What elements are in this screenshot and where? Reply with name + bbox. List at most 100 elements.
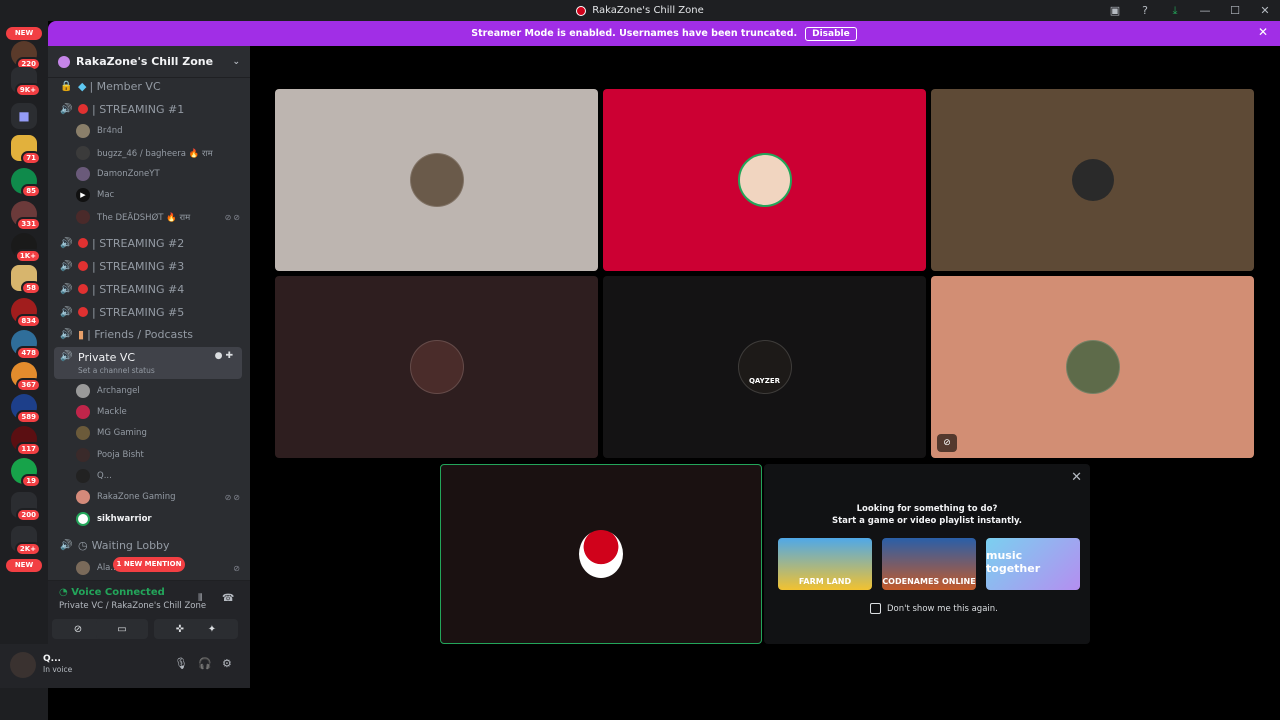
avatar: [76, 405, 90, 419]
voice-member[interactable]: Q...: [76, 467, 242, 485]
channel-private-vc[interactable]: 🔊 Private VC ●✚ Set a channel status: [54, 347, 242, 379]
live-dot-icon: [78, 238, 88, 248]
server-icon-9[interactable]: 367: [11, 362, 41, 392]
server-icon-6[interactable]: 58: [11, 265, 41, 295]
screen-share-button[interactable]: ▭: [96, 619, 148, 639]
server-icon-10[interactable]: 589: [11, 394, 41, 424]
avatar: [76, 146, 90, 160]
camera-off-icon: ⊘: [73, 623, 83, 635]
chat-and-invite-icons[interactable]: ●✚: [215, 351, 236, 361]
voice-member[interactable]: The DEĀDSHØT 🔥 राम ⊘⊘: [76, 208, 242, 226]
server-icon-3[interactable]: 85: [11, 168, 41, 198]
activity-farm-land[interactable]: FARM LAND: [778, 538, 872, 590]
server-list: NEW 220 9K+ ■ 71 85 331 1K+ 58 834 478 3…: [0, 21, 48, 720]
new-mention-pill[interactable]: 1 NEW MENTION: [113, 557, 185, 572]
user-status: In voice: [43, 665, 73, 674]
avatar: [1071, 159, 1114, 201]
voice-member[interactable]: RakaZone Gaming ⊘⊘: [76, 488, 242, 506]
server-icon-1[interactable]: 220: [11, 41, 41, 71]
server-folder-2[interactable]: 200: [11, 492, 41, 522]
noise-suppression-icon[interactable]: ⦀: [198, 593, 202, 604]
channel-member-vc[interactable]: 🔒 ◆ | Member VC: [54, 76, 242, 96]
live-dot-icon: [78, 307, 88, 317]
activity-heading: Looking for something to do?: [856, 504, 998, 514]
speaker-icon: 🔊: [60, 283, 73, 295]
close-window-icon[interactable]: ✕: [1250, 0, 1280, 21]
channel-friends-podcasts[interactable]: 🔊 ▮ | Friends / Podcasts: [54, 324, 242, 344]
participant-tile[interactable]: [275, 276, 598, 458]
voice-member[interactable]: bugzz_46 / bagheera 🔥 राम: [76, 144, 242, 162]
soundboard-icon: ✦: [207, 623, 217, 635]
server-icon-4[interactable]: 331: [11, 201, 41, 231]
speaker-icon: 🔊: [60, 260, 73, 272]
activity-music-together[interactable]: music together: [986, 538, 1080, 590]
muted-icon: ⊘: [233, 563, 242, 573]
voice-stage: QAYZER ⊘ ✕ Looking for something to do? …: [250, 46, 1280, 720]
server-folder[interactable]: 9K+: [11, 67, 41, 97]
guild-header[interactable]: RakaZone's Chill Zone ⌄: [48, 46, 250, 78]
new-pill-bottom[interactable]: NEW: [6, 559, 42, 572]
voice-member[interactable]: Archangel: [76, 382, 242, 400]
avatar: [76, 448, 90, 462]
username[interactable]: Q...: [43, 654, 61, 664]
voice-channel-label[interactable]: Private VC / RakaZone's Chill Zone: [59, 601, 206, 611]
live-dot-icon: [78, 284, 88, 294]
microphone-icon[interactable]: 🎙: [174, 657, 188, 670]
new-pill-top[interactable]: NEW: [6, 27, 42, 40]
server-icon-5[interactable]: 1K+: [11, 233, 41, 263]
minimize-icon[interactable]: —: [1190, 0, 1220, 21]
voice-member[interactable]: MG Gaming: [76, 424, 242, 442]
channel-streaming-1[interactable]: 🔊 | STREAMING #1: [54, 99, 242, 119]
voice-member[interactable]: Br4nd: [76, 122, 242, 140]
close-icon[interactable]: ✕: [1258, 25, 1268, 39]
inbox-icon[interactable]: ▣: [1100, 0, 1130, 21]
server-icon-2[interactable]: 71: [11, 135, 41, 165]
download-icon[interactable]: ⤓: [1160, 0, 1190, 21]
maximize-icon[interactable]: ☐: [1220, 0, 1250, 21]
avatar[interactable]: [10, 652, 36, 678]
server-icon-12[interactable]: 19: [11, 458, 41, 488]
activity-codenames[interactable]: CODENAMES ONLINE: [882, 538, 976, 590]
participant-tile[interactable]: ⊘: [931, 276, 1254, 458]
headphones-icon[interactable]: 🎧: [198, 657, 212, 670]
speaker-icon: 🔊: [60, 351, 73, 362]
participant-tile[interactable]: [275, 89, 598, 271]
disconnect-icon[interactable]: ☎: [222, 593, 234, 604]
gamepad-icon: ✜: [175, 623, 185, 635]
chevron-down-icon[interactable]: ⌄: [232, 57, 240, 67]
voice-member[interactable]: Pooja Bisht: [76, 446, 242, 464]
window-title: RakaZone's Chill Zone: [576, 5, 704, 16]
speaker-icon: 🔊: [60, 103, 73, 115]
avatar: [76, 561, 90, 575]
server-icon-7[interactable]: 834: [11, 298, 41, 328]
settings-gear-icon[interactable]: ⚙: [222, 657, 232, 670]
folder-icon[interactable]: ■: [11, 103, 37, 129]
voice-member[interactable]: ▶ Mac: [76, 186, 242, 204]
dont-show-again-checkbox[interactable]: Don't show me this again.: [870, 603, 998, 614]
speaker-icon: 🔊: [60, 539, 73, 551]
server-folder-3[interactable]: 2K+: [11, 526, 41, 556]
channel-streaming-3[interactable]: 🔊 | STREAMING #3: [54, 256, 242, 276]
close-icon[interactable]: ✕: [1071, 470, 1082, 485]
voice-member[interactable]: Mackle: [76, 403, 242, 421]
channel-waiting-lobby[interactable]: 🔊 ◷ Waiting Lobby: [54, 535, 242, 555]
server-logo-icon: [576, 5, 587, 16]
self-video-tile[interactable]: [440, 464, 762, 644]
person-icon: ▮: [78, 327, 85, 341]
voice-member[interactable]: sikhwarrior: [76, 510, 242, 528]
participant-tile[interactable]: [931, 89, 1254, 271]
soundboard-button[interactable]: ✦: [186, 619, 238, 639]
participant-tile[interactable]: [603, 89, 926, 271]
help-icon[interactable]: ?: [1130, 0, 1160, 21]
channel-streaming-2[interactable]: 🔊 | STREAMING #2: [54, 233, 242, 253]
checkbox-box[interactable]: [870, 603, 881, 614]
participant-tile[interactable]: QAYZER: [603, 276, 926, 458]
guild-icon: [58, 55, 70, 68]
server-icon-8[interactable]: 478: [11, 330, 41, 360]
channel-status[interactable]: Set a channel status: [78, 366, 155, 375]
disable-button[interactable]: Disable: [805, 26, 857, 41]
channel-streaming-4[interactable]: 🔊 | STREAMING #4: [54, 279, 242, 299]
voice-member[interactable]: DamonZoneYT: [76, 165, 242, 183]
channel-streaming-5[interactable]: 🔊 | STREAMING #5: [54, 302, 242, 322]
server-icon-11[interactable]: 117: [11, 426, 41, 456]
